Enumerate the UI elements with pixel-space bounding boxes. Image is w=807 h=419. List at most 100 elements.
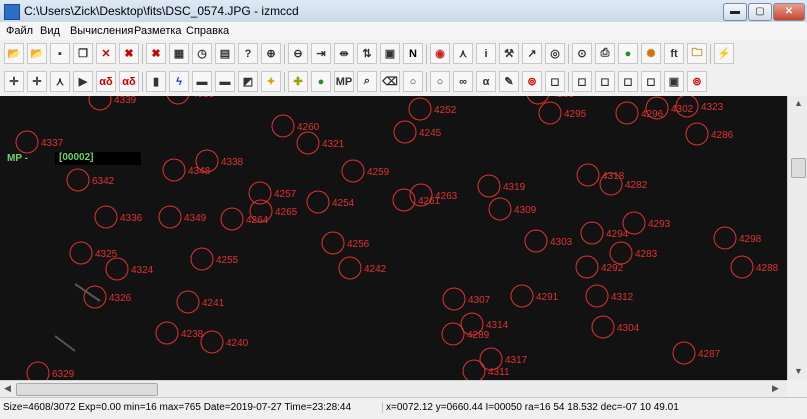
star-marker[interactable]	[69, 241, 93, 265]
star-marker[interactable]	[510, 284, 534, 308]
open-folder-button[interactable]: 📂	[4, 43, 24, 64]
star-marker[interactable]	[538, 101, 562, 125]
lightning-button[interactable]: ϟ	[169, 71, 189, 92]
alpha-button[interactable]: α	[476, 71, 496, 92]
star-marker[interactable]	[609, 241, 633, 265]
box-button[interactable]: ◻	[595, 71, 615, 92]
minimize-button[interactable]: ▬	[723, 3, 747, 21]
star-map[interactable]: 4339433342524255429542964302432343374260…	[0, 96, 787, 380]
star-marker[interactable]	[306, 190, 330, 214]
hammer-button[interactable]: ⚒	[499, 43, 519, 64]
star-marker[interactable]	[162, 158, 186, 182]
question-button[interactable]: ?	[238, 43, 258, 64]
info-button[interactable]: i	[476, 43, 496, 64]
save-button[interactable]: ▪	[50, 43, 70, 64]
star-marker[interactable]	[88, 96, 112, 111]
ring-button[interactable]: ○	[430, 71, 450, 92]
target-button[interactable]: ⊚	[687, 71, 707, 92]
mp-button[interactable]: MP	[334, 71, 354, 92]
frame-button[interactable]: ▣	[380, 43, 400, 64]
curve-button[interactable]: ⋏	[50, 71, 70, 92]
horizontal-scrollbar[interactable]: ◀ ▶	[0, 380, 787, 397]
north-button[interactable]: N	[403, 43, 423, 64]
eraser-button[interactable]: ⌫	[380, 71, 400, 92]
magnify-button[interactable]: ⌕	[357, 71, 377, 92]
menu-file[interactable]: Файл	[6, 25, 33, 37]
minus-button[interactable]: ▬	[192, 71, 212, 92]
copy-button[interactable]: ❐	[73, 43, 93, 64]
star-marker[interactable]	[15, 130, 39, 154]
vertical-scrollbar[interactable]: ▲ ▼	[787, 96, 807, 380]
cross-button[interactable]: ✖	[146, 43, 166, 64]
menu-view[interactable]: Вид	[40, 25, 60, 37]
box-button[interactable]: ◻	[641, 71, 661, 92]
ring-button[interactable]: ○	[403, 71, 423, 92]
star-marker[interactable]	[585, 284, 609, 308]
menu-markup[interactable]: Разметка	[134, 25, 182, 37]
grid-button[interactable]: ▦	[169, 43, 189, 64]
zoom-in-button[interactable]: ⊕	[261, 43, 281, 64]
star-marker[interactable]	[176, 290, 200, 314]
star-marker[interactable]	[730, 255, 754, 279]
star-marker[interactable]	[462, 359, 486, 380]
horizontal-scroll-thumb[interactable]	[16, 383, 158, 396]
scroll-right-icon[interactable]: ▶	[772, 383, 779, 394]
star-marker[interactable]	[220, 207, 244, 231]
alpha-delta-button[interactable]: αδ	[96, 71, 116, 92]
star-marker[interactable]	[105, 257, 129, 281]
star-marker[interactable]	[393, 120, 417, 144]
zoom-out-button[interactable]: ⊖	[288, 43, 308, 64]
minus-button[interactable]: ▬	[215, 71, 235, 92]
circle-button[interactable]: ●	[618, 43, 638, 64]
star-marker[interactable]	[296, 131, 320, 155]
star-marker[interactable]	[672, 341, 696, 365]
star-marker[interactable]	[94, 205, 118, 229]
star-marker[interactable]	[271, 114, 295, 138]
close-button[interactable]: ✕	[773, 3, 805, 21]
star-marker[interactable]	[248, 181, 272, 205]
star-marker[interactable]	[591, 315, 615, 339]
star-marker[interactable]	[576, 163, 600, 187]
star-marker[interactable]	[575, 255, 599, 279]
star-marker[interactable]	[442, 287, 466, 311]
chart-button[interactable]: ▤	[215, 43, 235, 64]
star-marker[interactable]	[190, 247, 214, 271]
star-marker[interactable]	[338, 256, 362, 280]
scroll-left-icon[interactable]: ◀	[4, 383, 11, 394]
link-button[interactable]: ∞	[453, 71, 473, 92]
star-marker[interactable]	[580, 221, 604, 245]
flash-button[interactable]: ⚡	[714, 43, 734, 64]
bar-button[interactable]: ▮	[146, 71, 166, 92]
star-marker[interactable]	[321, 231, 345, 255]
star-marker[interactable]	[685, 122, 709, 146]
close-x-button[interactable]: ✕	[96, 43, 116, 64]
ft-button[interactable]: ft	[664, 43, 684, 64]
scroll-down-icon[interactable]: ▼	[794, 366, 803, 376]
star-marker[interactable]	[488, 197, 512, 221]
fit-button[interactable]: ⊙	[572, 43, 592, 64]
star-marker[interactable]	[615, 101, 639, 125]
pencil-button[interactable]: ✎	[499, 71, 519, 92]
alpha-delta-button[interactable]: αδ	[119, 71, 139, 92]
maximize-button[interactable]: ▢	[748, 3, 772, 21]
open-folder-button[interactable]: 📂	[27, 43, 47, 64]
star-marker[interactable]	[524, 229, 548, 253]
up-down-button[interactable]: ⇅	[357, 43, 377, 64]
folder-button[interactable]: 🗀	[687, 43, 707, 64]
star-marker[interactable]	[66, 168, 90, 192]
circle-button[interactable]: ●	[311, 71, 331, 92]
clock-button[interactable]: ◷	[192, 43, 212, 64]
plus-button[interactable]: ✚	[288, 71, 308, 92]
print-button[interactable]: ⎙	[595, 43, 615, 64]
star-marker[interactable]	[477, 174, 501, 198]
color-wheel-button[interactable]: ✺	[641, 43, 661, 64]
arrow-split-button[interactable]: ⇹	[334, 43, 354, 64]
star-marker[interactable]	[408, 97, 432, 121]
star-marker[interactable]	[713, 226, 737, 250]
star-marker[interactable]	[158, 205, 182, 229]
star-marker[interactable]	[200, 330, 224, 354]
vertical-scroll-thumb[interactable]	[791, 158, 806, 178]
star-marker[interactable]	[166, 96, 190, 105]
box-button[interactable]: ◻	[572, 71, 592, 92]
box-button[interactable]: ◻	[545, 71, 565, 92]
